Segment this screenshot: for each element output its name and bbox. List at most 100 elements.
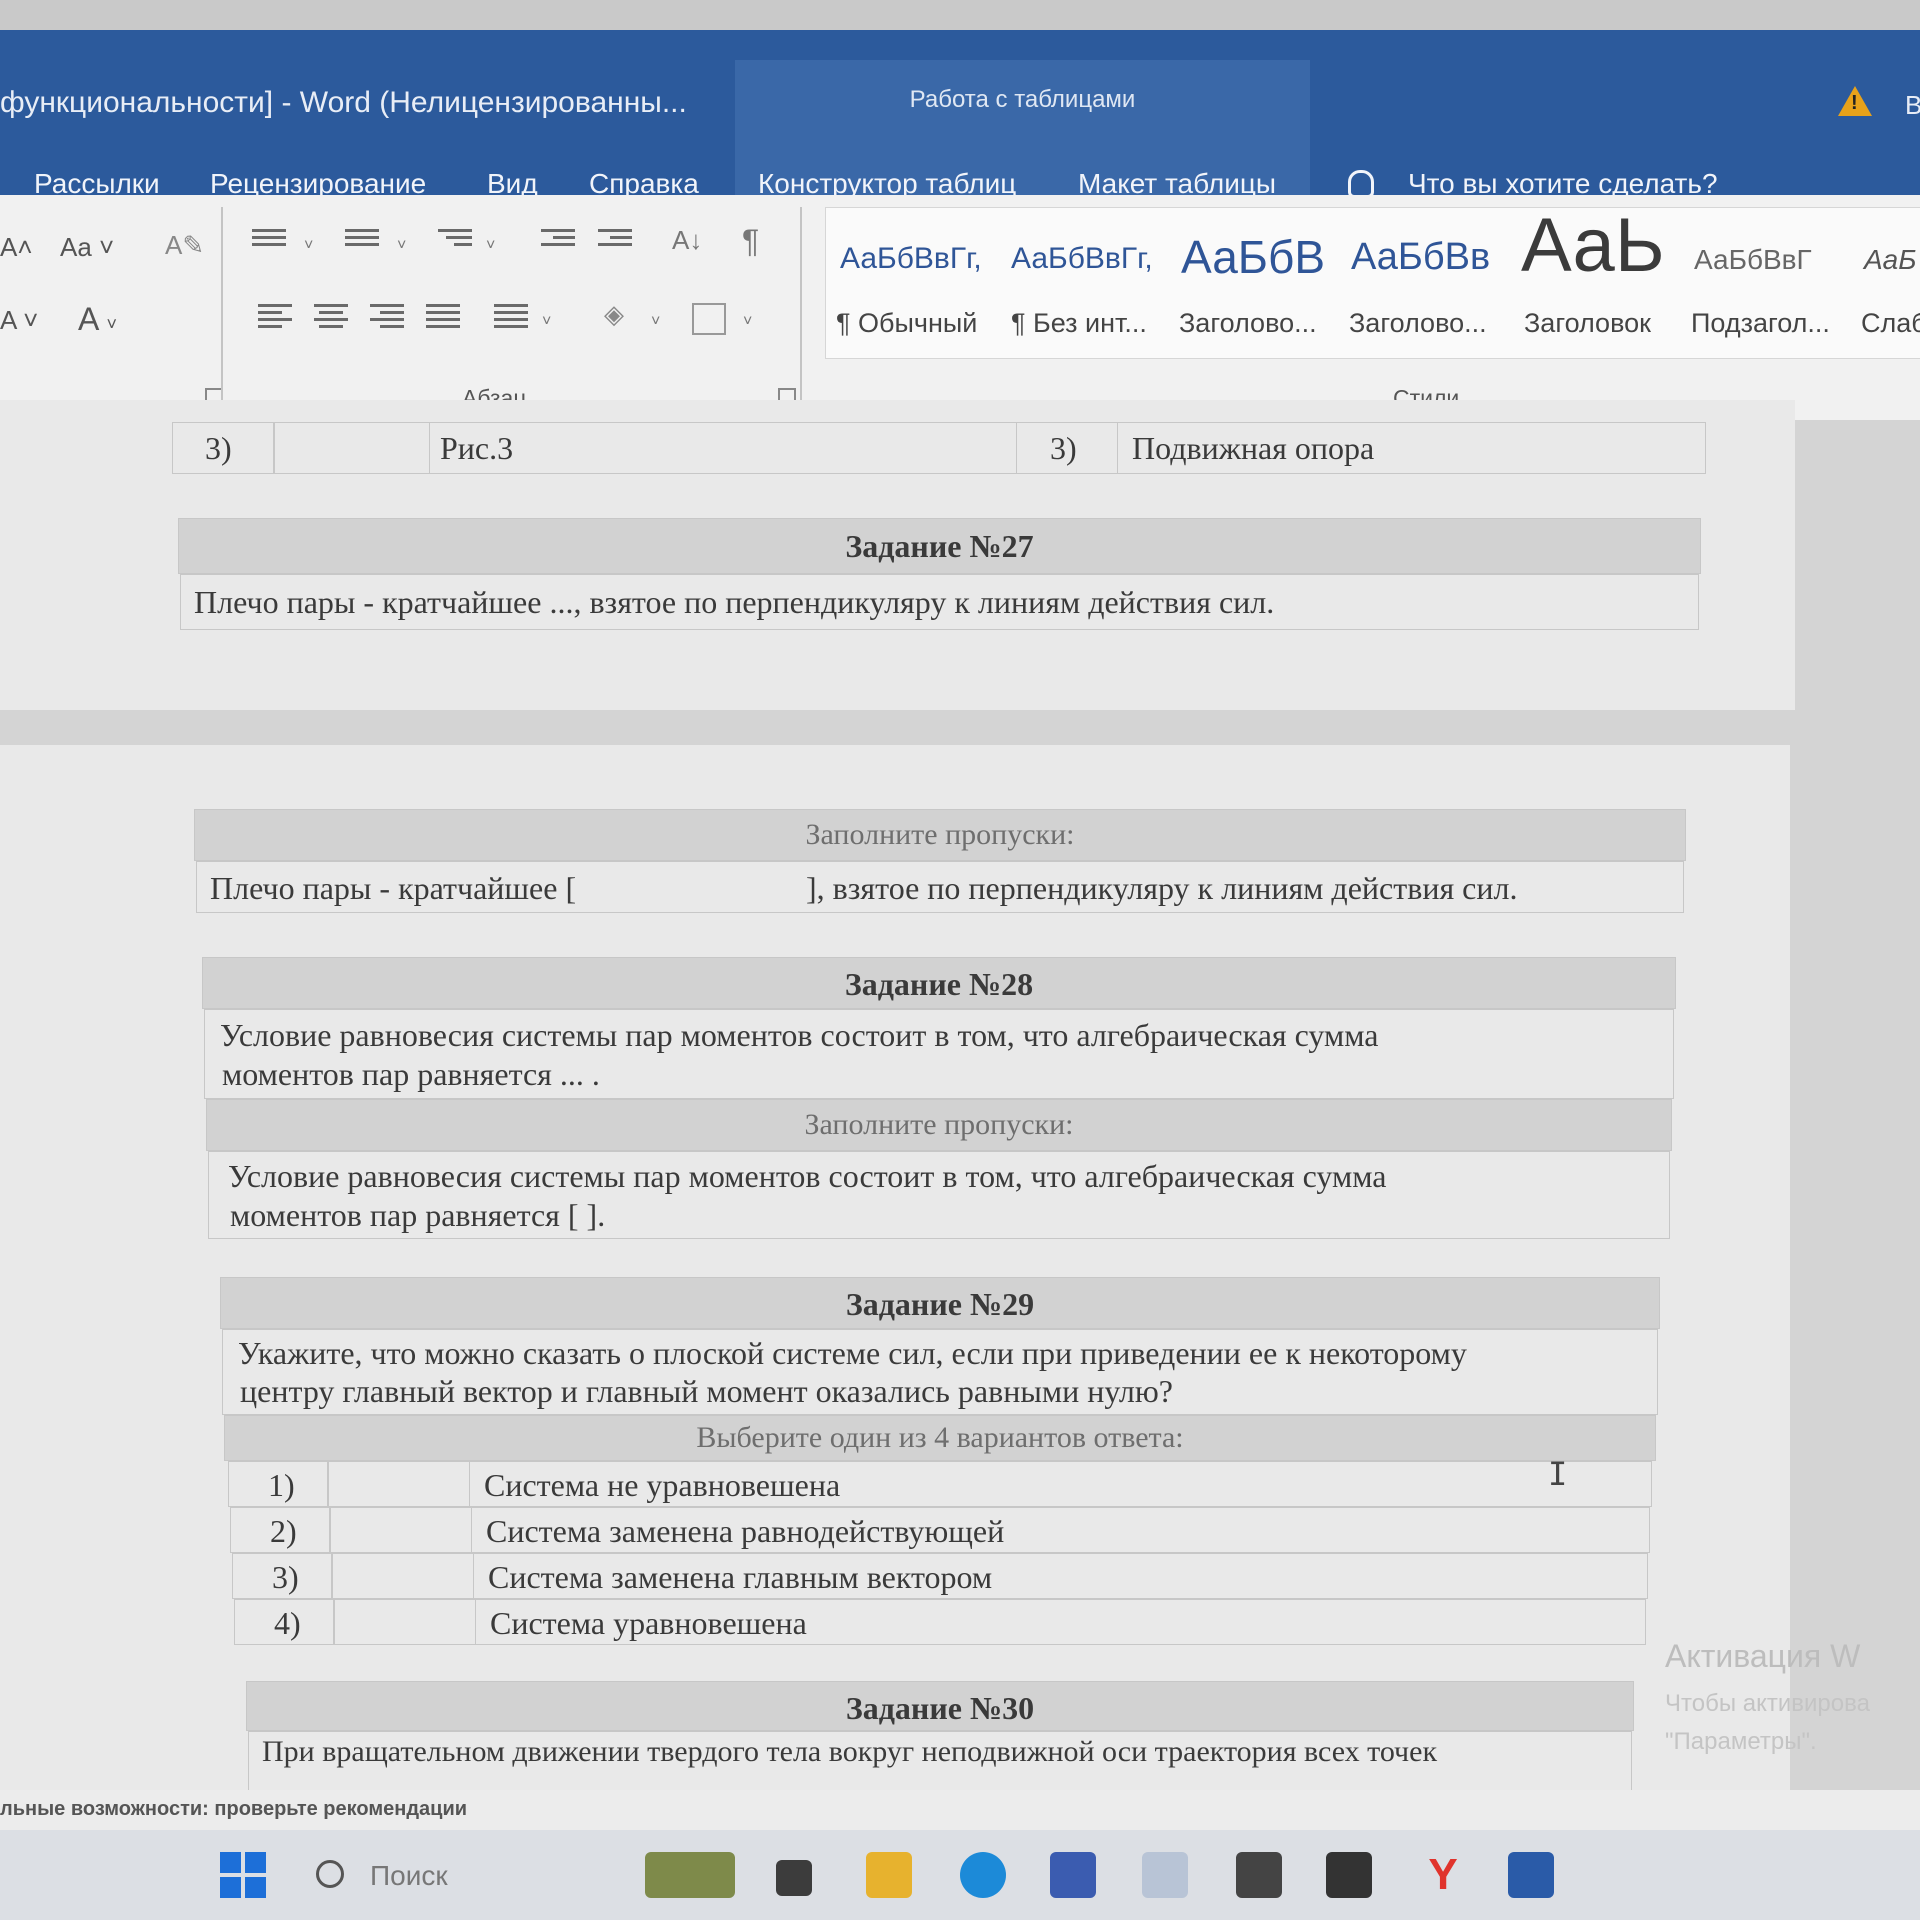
style-no-spacing-name[interactable]: ¶ Без инт... [1011, 308, 1147, 339]
answer-blank-input[interactable] [627, 870, 807, 906]
style-title-name[interactable]: Заголовок [1524, 308, 1651, 339]
task-title: Задание №30 [845, 1690, 1035, 1726]
option-blank-cell [330, 1507, 472, 1553]
task-question-line: Укажите, что можно сказать о плоской сис… [238, 1335, 1467, 1371]
instruction-text: Выберите один из 4 вариантов ответа: [696, 1421, 1184, 1454]
chevron-down-icon[interactable]: ˅ [397, 237, 406, 255]
align-center-icon[interactable] [314, 300, 348, 330]
shading-icon[interactable]: ◈ [604, 299, 624, 330]
line-spacing-icon[interactable] [494, 300, 528, 330]
decrease-indent-icon[interactable] [541, 225, 575, 255]
page: 3) Рис.3 3) Подвижная опора Задание №27 … [0, 400, 1795, 710]
title-bar: функциональности] - Word (Нелицензирован… [0, 30, 1920, 225]
group-separator [800, 207, 802, 402]
taskbar: Поиск Y [0, 1830, 1920, 1920]
fill-in-text-end: ], взятое по перпендикуляру к линиям дей… [806, 870, 1518, 906]
store-icon[interactable] [1050, 1852, 1096, 1898]
page: Заполните пропуски: Плечо пары - кратчай… [0, 745, 1790, 1825]
file-explorer-icon[interactable] [866, 1852, 912, 1898]
xbox-icon[interactable] [1236, 1852, 1282, 1898]
row-number: 3) [1050, 430, 1077, 466]
folder-icon[interactable] [776, 1860, 812, 1896]
table-cell [274, 422, 430, 474]
sort-icon[interactable]: A↓ [672, 225, 702, 256]
chevron-down-icon[interactable]: ˅ [651, 313, 660, 331]
chevron-down-icon[interactable]: ˅ [304, 237, 313, 255]
windows-start-icon[interactable] [220, 1852, 266, 1898]
font-color-button[interactable]: A ˅ [78, 301, 117, 338]
option-text: Система уравновешена [490, 1605, 807, 1641]
style-no-spacing-preview[interactable]: АаБбВвГг, [1011, 242, 1153, 276]
numbering-icon[interactable] [345, 225, 379, 255]
screen: функциональности] - Word (Нелицензирован… [0, 0, 1920, 1920]
chevron-down-icon[interactable]: ˅ [743, 313, 752, 331]
r-app-icon[interactable] [1326, 1852, 1372, 1898]
row-number: 3) [205, 430, 232, 466]
taskbar-search[interactable]: Поиск [312, 1852, 512, 1898]
style-heading1-name[interactable]: Заголово... [1179, 308, 1317, 339]
task-question-line: центру главный вектор и главный момент о… [240, 1373, 1173, 1409]
change-case-button[interactable]: Aa ˅ [60, 232, 114, 263]
option-number: 3) [272, 1559, 299, 1595]
word-icon[interactable] [1508, 1852, 1554, 1898]
grow-font-icon[interactable]: A˄ [0, 232, 33, 263]
task-title: Задание №29 [845, 1286, 1035, 1322]
option-number: 2) [270, 1513, 297, 1549]
activation-watermark-line: Чтобы активирова [1665, 1690, 1870, 1717]
edge-icon[interactable] [960, 1852, 1006, 1898]
option-blank-cell [328, 1461, 470, 1507]
activation-watermark-line: "Параметры". [1665, 1728, 1817, 1755]
document-area[interactable]: 3) Рис.3 3) Подвижная опора Задание №27 … [0, 400, 1920, 1825]
option-number: 1) [268, 1467, 295, 1503]
option-text: Система не уравновешена [484, 1467, 841, 1503]
warning-icon[interactable]: ! [1838, 86, 1872, 116]
style-heading1-preview[interactable]: АаБбВ [1181, 230, 1325, 284]
style-normal-name[interactable]: ¶ Обычный [836, 308, 977, 339]
group-separator [221, 207, 223, 402]
task-question-line: При вращательном движении твердого тела … [262, 1735, 1438, 1768]
show-formatting-marks-icon[interactable]: ¶ [742, 223, 759, 260]
align-left-icon[interactable] [258, 300, 292, 330]
increase-indent-icon[interactable] [598, 225, 632, 255]
style-subtitle-name[interactable]: Подзагол... [1691, 308, 1830, 339]
multilevel-list-icon[interactable] [438, 225, 472, 255]
ribbon: A˄ Aa ˅ A✎ A ˅ A ˅ ˅ ˅ ˅ A↓ ¶ ˅ ◈ ˅ ˅ Аб… [0, 195, 1920, 420]
bullets-icon[interactable] [252, 225, 286, 255]
activation-watermark-title: Активация W [1665, 1638, 1861, 1674]
style-subtitle-preview[interactable]: АаБбВвГ [1694, 244, 1812, 276]
fill-in-text-start: Плечо пары - кратчайшее [ [210, 870, 577, 906]
chevron-down-icon[interactable]: ˅ [486, 237, 495, 255]
task-question-line: моментов пар равняется ... . [222, 1056, 600, 1092]
text-cursor-icon: I [1548, 1455, 1568, 1493]
window-title: функциональности] - Word (Нелицензирован… [0, 86, 687, 119]
yandex-icon[interactable]: Y [1420, 1852, 1466, 1898]
accessibility-status[interactable]: льные возможности: проверьте рекомендаци… [0, 1798, 467, 1821]
status-bar: льные возможности: проверьте рекомендаци… [0, 1790, 1920, 1830]
borders-icon[interactable] [692, 303, 726, 335]
style-subtle-preview[interactable]: АаБ [1864, 244, 1916, 276]
style-heading2-preview[interactable]: АаБбВв [1351, 236, 1490, 279]
fill-in-line: моментов пар равняется [ ]. [230, 1197, 606, 1233]
fill-in-line: Условие равновесия системы пар моментов … [228, 1158, 1387, 1194]
option-text: Система заменена равнодействующей [486, 1513, 1005, 1549]
widgets-icon[interactable] [645, 1852, 735, 1898]
justify-icon[interactable] [426, 300, 460, 330]
context-group-label: Работа с таблицами [909, 86, 1136, 113]
task-title: Задание №27 [845, 528, 1034, 564]
answer-text: Подвижная опора [1132, 430, 1375, 466]
instruction-text: Заполните пропуски: [805, 818, 1075, 851]
style-normal-preview[interactable]: АаБбВвГг, [840, 242, 982, 276]
clear-formatting-icon[interactable]: A✎ [165, 230, 204, 261]
app-icon[interactable] [1142, 1852, 1188, 1898]
style-title-preview[interactable]: АаЬ [1521, 202, 1665, 289]
style-heading2-name[interactable]: Заголово... [1349, 308, 1487, 339]
option-blank-cell [332, 1553, 474, 1599]
option-text: Система заменена главным вектором [488, 1559, 993, 1595]
chevron-down-icon[interactable]: ˅ [542, 313, 551, 331]
style-subtle-name[interactable]: Слаб [1861, 308, 1920, 339]
highlight-color-button[interactable]: A ˅ [0, 305, 38, 336]
task-question: Плечо пары - кратчайшее ..., взятое по п… [194, 584, 1275, 620]
task-title: Задание №28 [844, 966, 1034, 1002]
align-right-icon[interactable] [370, 300, 404, 330]
title-overflow-text: В [1905, 90, 1920, 120]
